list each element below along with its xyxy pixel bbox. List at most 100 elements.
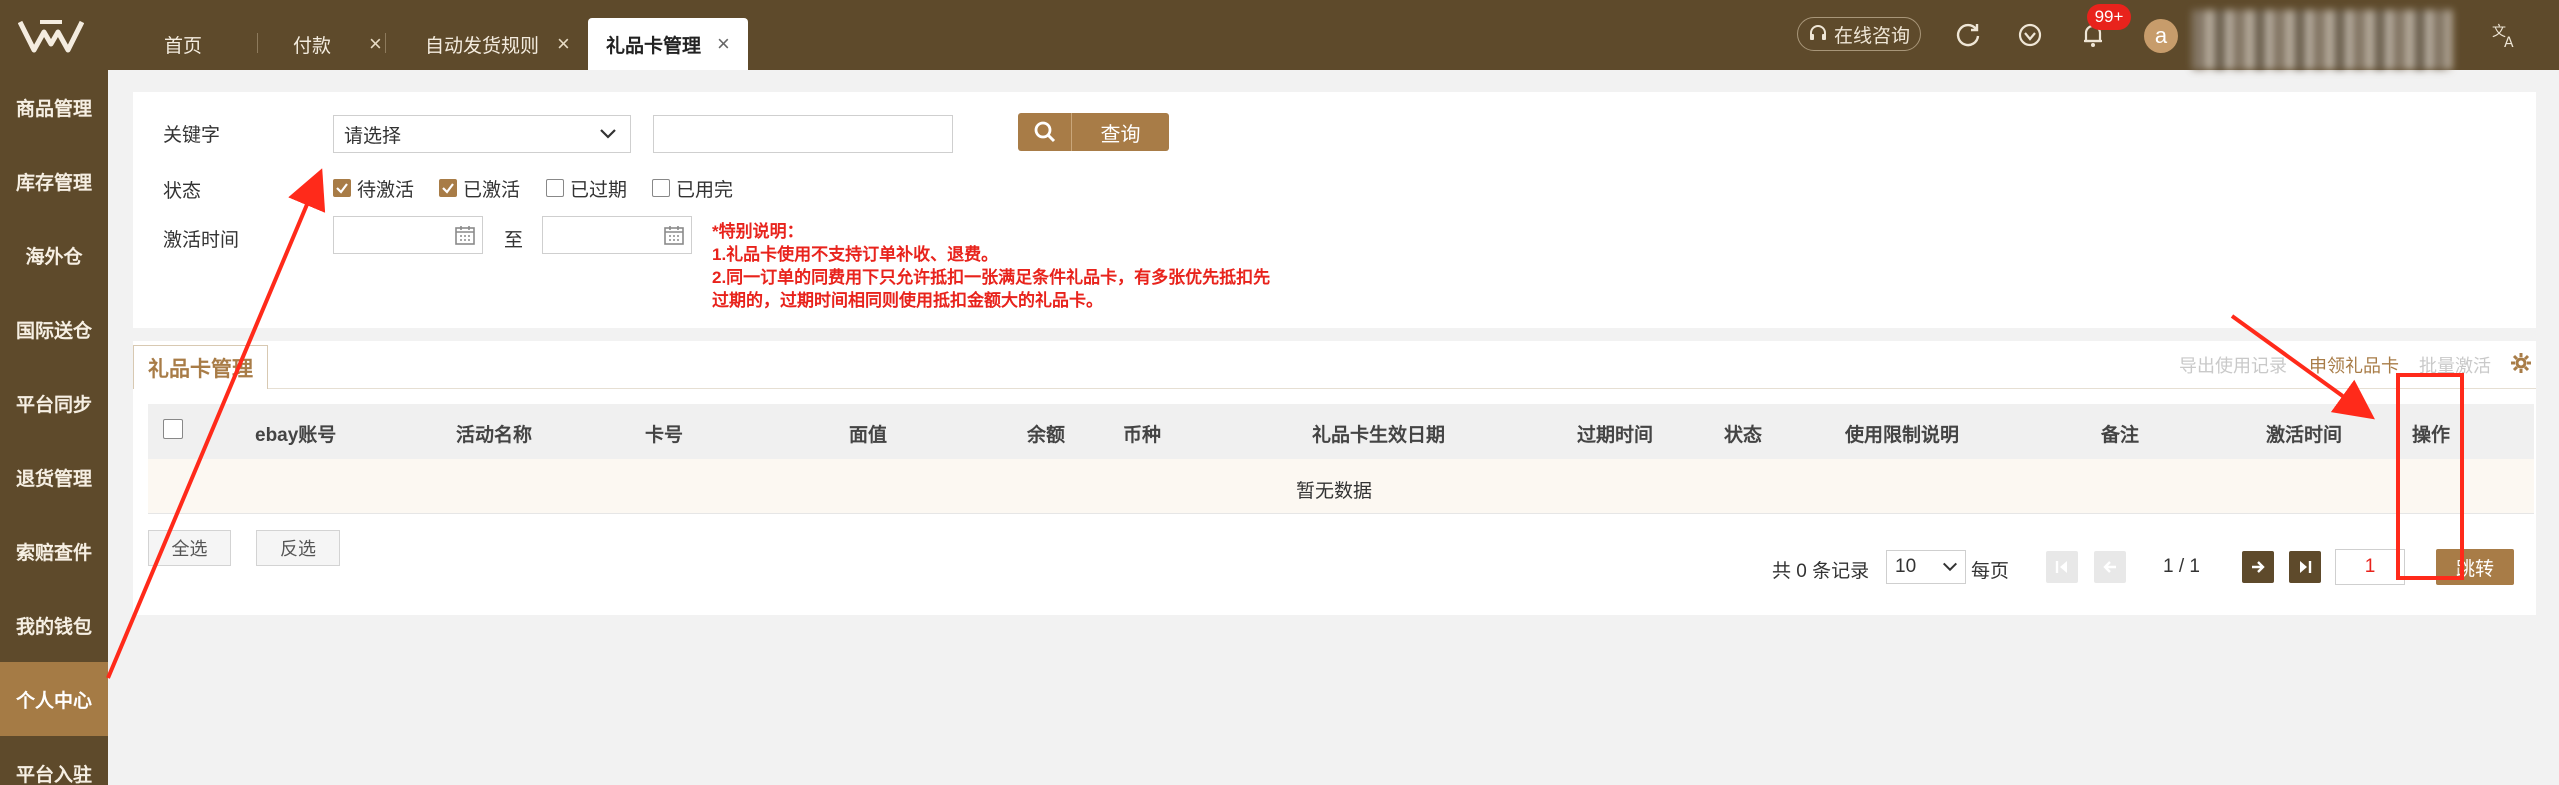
checkbox[interactable] xyxy=(439,179,457,197)
empty-state-text: 暂无数据 xyxy=(1296,481,1373,502)
checkbox-label: 已过期 xyxy=(570,179,628,201)
check-icon xyxy=(336,183,348,194)
last-page-button[interactable] xyxy=(2289,551,2321,583)
page-size-select[interactable]: 10 xyxy=(1886,550,1966,584)
page-info: 1 / 1 xyxy=(2163,556,2200,577)
sidebar-item-label: 商品管理 xyxy=(15,98,92,120)
column-header: 状态 xyxy=(1724,425,1763,446)
close-icon[interactable]: × xyxy=(557,31,570,57)
blurred-username xyxy=(2192,10,2452,70)
checkbox-label: 已用完 xyxy=(676,179,734,201)
jump-button[interactable]: 跳转 xyxy=(2436,549,2514,585)
date-separator: 至 xyxy=(504,230,524,251)
keyword-select-value: 请选择 xyxy=(344,125,402,147)
arrow-left-icon xyxy=(2103,561,2116,573)
first-page-button[interactable] xyxy=(2046,551,2078,583)
sidebar-item-wallet[interactable]: 我的钱包 xyxy=(0,588,108,662)
column-header: 卡号 xyxy=(645,425,684,446)
sidebar-item-products[interactable]: 商品管理 xyxy=(0,70,108,144)
sidebar-item-label: 索赔查件 xyxy=(15,542,92,564)
status-checkbox-pending[interactable]: 待激活 xyxy=(333,176,414,201)
page-size-value: 10 xyxy=(1895,556,1917,577)
column-header: 激活时间 xyxy=(2266,425,2343,446)
sidebar-item-label: 我的钱包 xyxy=(15,616,92,638)
panel-divider xyxy=(133,388,2536,389)
tab-auto-ship-rules[interactable]: 自动发货规则 × xyxy=(425,18,570,70)
export-usage-link[interactable]: 导出使用记录 xyxy=(2179,352,2287,378)
total-records: 共 0 条记录 xyxy=(1772,561,1870,582)
column-header: 礼品卡生效日期 xyxy=(1312,425,1446,446)
status-checkbox-activated[interactable]: 已激活 xyxy=(439,176,521,201)
tab-payment[interactable]: 付款 × xyxy=(293,18,382,70)
checkbox[interactable] xyxy=(333,179,351,197)
status-checkbox-expired[interactable]: 已过期 xyxy=(546,176,628,201)
keyword-input[interactable] xyxy=(653,115,953,153)
select-all-checkbox[interactable] xyxy=(163,419,183,439)
translate-icon[interactable]: 文 A xyxy=(2490,20,2520,50)
tab-label: 首页 xyxy=(164,35,203,57)
avatar[interactable]: a xyxy=(2144,19,2178,53)
checkbox[interactable] xyxy=(546,179,564,197)
column-header: 活动名称 xyxy=(456,425,533,446)
apply-gift-card-link[interactable]: 申领礼品卡 xyxy=(2309,352,2399,378)
sidebar-item-returns[interactable]: 退货管理 xyxy=(0,440,108,514)
sidebar-item-claims[interactable]: 索赔查件 xyxy=(0,514,108,588)
sidebar-item-label: 退货管理 xyxy=(15,468,92,490)
calendar-icon[interactable] xyxy=(663,224,685,246)
sidebar-item-label: 个人中心 xyxy=(15,690,92,712)
notice-line: 过期的，过期时间相同则使用抵扣金额大的礼品卡。 xyxy=(712,291,1103,310)
sidebar-item-label: 平台入驻 xyxy=(15,764,92,785)
tab-label: 礼品卡管理 xyxy=(606,35,702,57)
sidebar-item-personal-center[interactable]: 个人中心 xyxy=(0,662,108,736)
refresh-icon[interactable] xyxy=(1953,20,1983,50)
calendar-icon[interactable] xyxy=(454,224,476,246)
gear-icon[interactable] xyxy=(2510,352,2532,374)
sidebar-item-label: 平台同步 xyxy=(15,394,92,416)
sidebar-item-inventory[interactable]: 库存管理 xyxy=(0,144,108,218)
sidebar-item-platform-onboarding[interactable]: 平台入驻 xyxy=(0,736,108,785)
headset-icon xyxy=(1809,25,1826,40)
panel-tab-gift-card[interactable]: 礼品卡管理 xyxy=(133,345,268,389)
prev-page-button[interactable] xyxy=(2094,551,2126,583)
notification-badge: 99+ xyxy=(2087,4,2131,30)
close-icon[interactable]: × xyxy=(717,31,730,57)
tab-divider xyxy=(257,33,258,53)
heart-icon[interactable] xyxy=(2015,20,2045,50)
notice-line: 2.同一订单的同费用下只允许抵扣一张满足条件礼品卡，有多张优先抵扣先 xyxy=(712,268,1271,287)
jump-page-input[interactable] xyxy=(2335,549,2405,585)
status-label: 状态 xyxy=(163,181,202,202)
tab-label: 付款 xyxy=(293,35,332,57)
special-notice: *特别说明： 1.礼品卡使用不支持订单补收、退费。 2.同一订单的同费用下只允许… xyxy=(712,220,1270,312)
column-header: 面值 xyxy=(849,425,888,446)
close-icon[interactable]: × xyxy=(369,31,382,57)
search-icon xyxy=(1018,113,1072,151)
online-consult-button[interactable]: 在线咨询 xyxy=(1797,17,1921,51)
query-button[interactable]: 查询 xyxy=(1018,113,1169,151)
sidebar-item-overseas-warehouse[interactable]: 海外仓 xyxy=(0,218,108,292)
first-page-icon xyxy=(2055,561,2067,573)
sidebar-item-platform-sync[interactable]: 平台同步 xyxy=(0,366,108,440)
keyword-select[interactable]: 请选择 xyxy=(333,115,631,153)
per-page-label: 每页 xyxy=(1971,561,2010,582)
sidebar-item-label: 海外仓 xyxy=(25,246,83,268)
date-from-input[interactable] xyxy=(333,216,483,254)
logo-icon[interactable] xyxy=(18,18,84,54)
tab-gift-card-management[interactable]: 礼品卡管理 × xyxy=(588,18,748,70)
checkbox[interactable] xyxy=(652,179,670,197)
sidebar-item-label: 库存管理 xyxy=(15,172,92,194)
consult-label: 在线咨询 xyxy=(1833,25,1910,47)
top-bar: 首页 付款 × 自动发货规则 × 礼品卡管理 × 在线咨询 99+ a 文 A xyxy=(0,0,2559,70)
check-icon xyxy=(442,183,454,194)
checkbox-label: 已激活 xyxy=(463,179,521,201)
activation-time-label: 激活时间 xyxy=(163,230,240,251)
next-page-button[interactable] xyxy=(2242,551,2274,583)
date-to-input[interactable] xyxy=(542,216,692,254)
invert-selection-button[interactable]: 反选 xyxy=(256,530,340,566)
column-header: ebay账号 xyxy=(255,425,337,446)
select-all-button[interactable]: 全选 xyxy=(148,530,231,566)
batch-activate-link[interactable]: 批量激活 xyxy=(2419,352,2491,378)
sidebar: 商品管理 库存管理 海外仓 国际送仓 平台同步 退货管理 索赔查件 我的钱包 个… xyxy=(0,70,108,785)
tab-home[interactable]: 首页 xyxy=(164,18,202,70)
status-checkbox-used-up[interactable]: 已用完 xyxy=(652,176,734,201)
sidebar-item-international-shipping[interactable]: 国际送仓 xyxy=(0,292,108,366)
